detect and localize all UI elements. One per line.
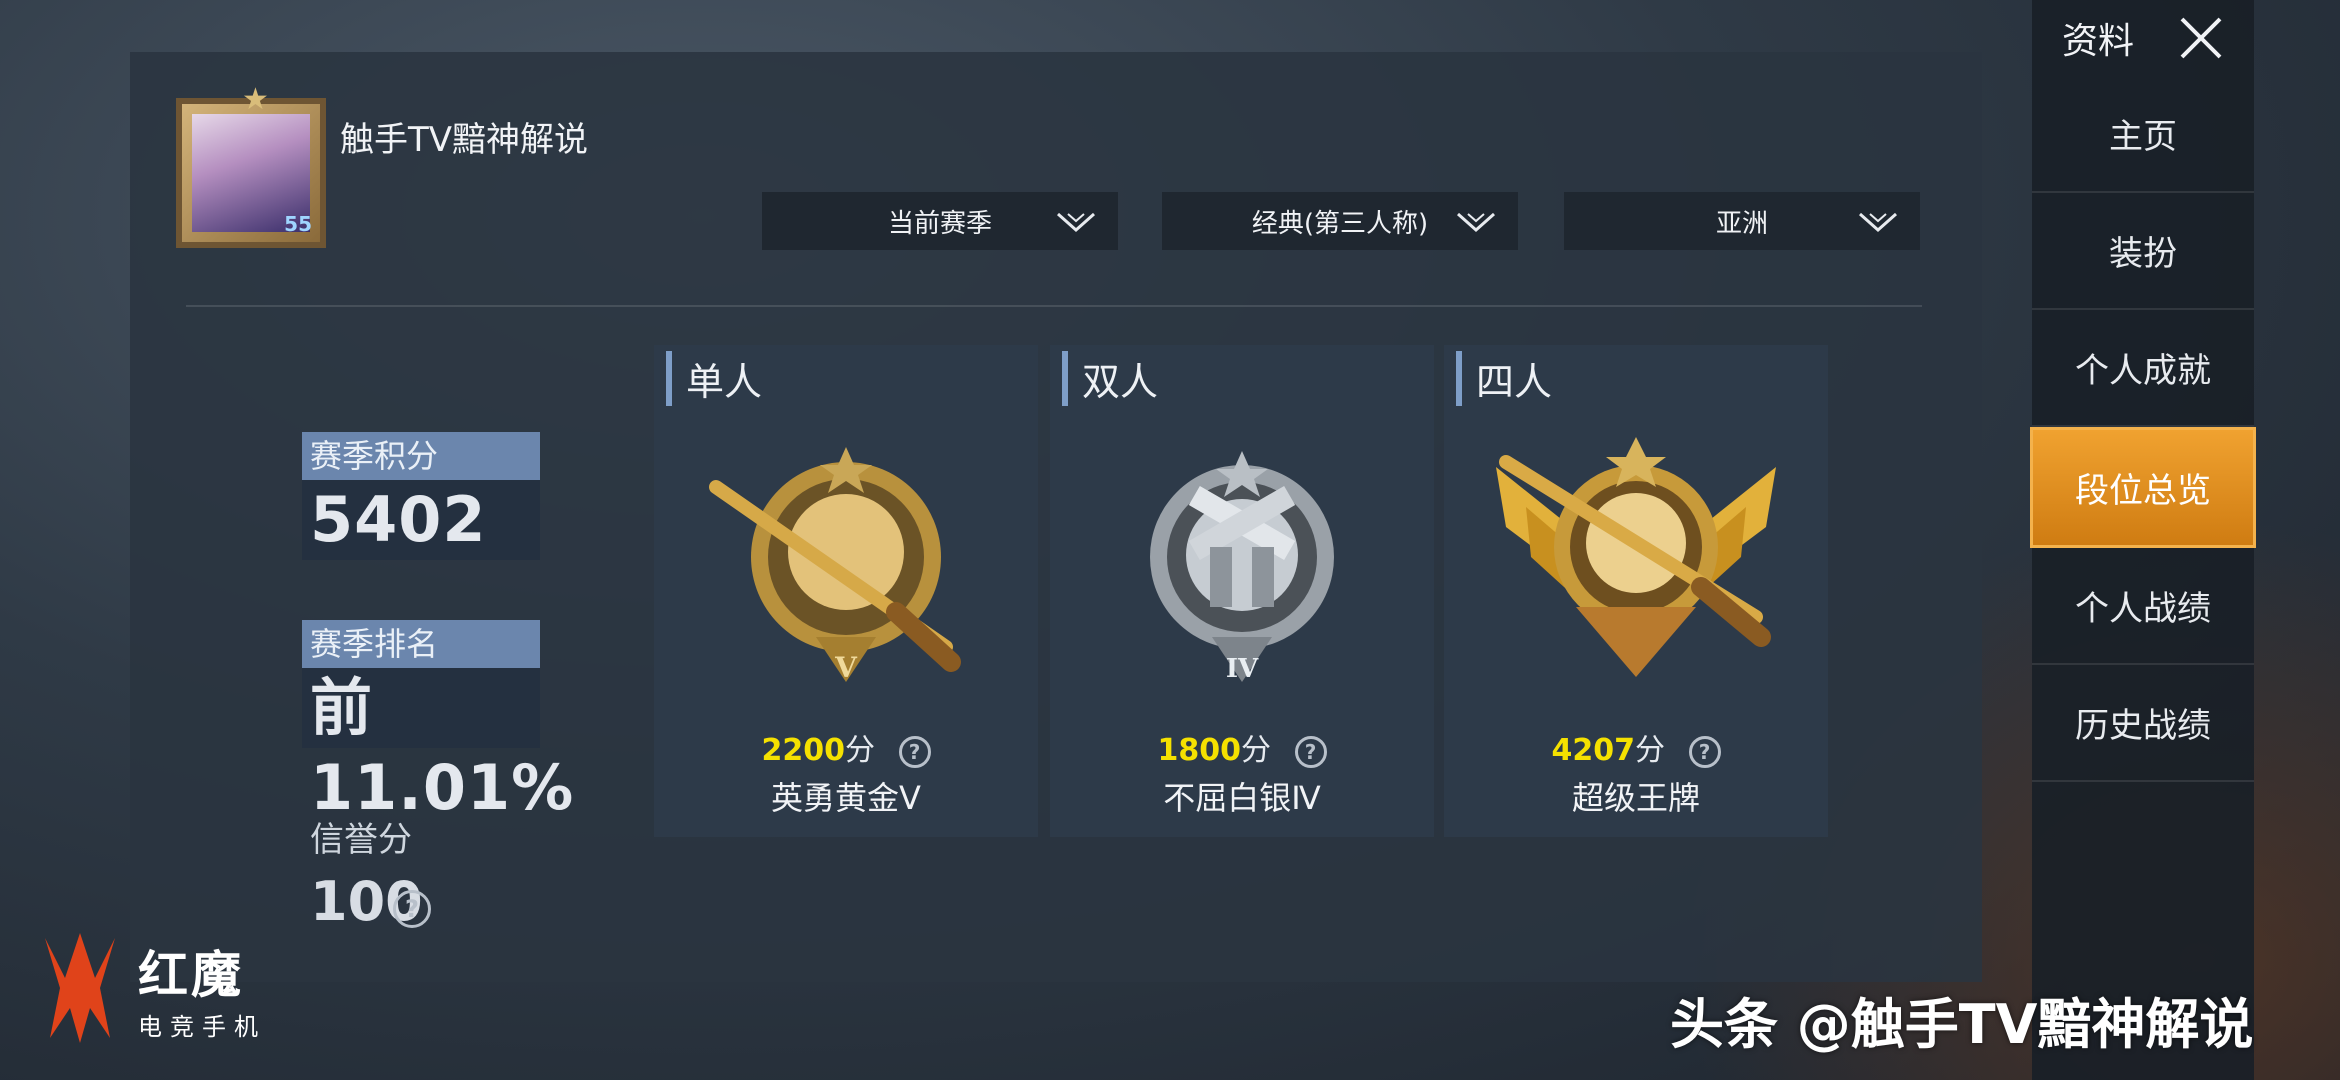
gold-rifle-badge-icon: V [709, 447, 961, 684]
divider [186, 305, 1922, 307]
mode-title: 双人 [1062, 351, 1158, 406]
sidebar-item-personal-stats[interactable]: 个人战绩 [2032, 548, 2254, 665]
avatar[interactable]: ★ 55 [176, 82, 326, 248]
close-icon[interactable] [2178, 15, 2224, 61]
mode-score: 1800分 ? [1050, 725, 1434, 769]
mode-card-squad[interactable]: 四人 4207分 ? 超级王牌 [1444, 345, 1828, 837]
mode-dropdown-label: 经典(第三人称) [1251, 208, 1429, 239]
season-points-value: 5402 [302, 480, 540, 560]
score-number: 1800 [1157, 733, 1241, 768]
brand-name: 红魔 [138, 945, 244, 1004]
mode-title: 单人 [666, 351, 762, 406]
mode-card-duo[interactable]: 双人 IV 1800分 ? 不屈白银Ⅳ [1050, 345, 1434, 837]
star-icon: ★ [242, 82, 269, 117]
sidebar-item-achievements[interactable]: 个人成就 [2032, 310, 2254, 427]
region-dropdown[interactable]: 亚洲 [1564, 192, 1920, 250]
silver-pistols-badge-icon: IV [1150, 451, 1334, 684]
sidebar-header: 资料 [2032, 0, 2254, 76]
sidebar-item-match-history[interactable]: 历史战绩 [2032, 665, 2254, 782]
season-points-label: 赛季积分 [302, 432, 540, 480]
chevron-down-icon [1859, 212, 1897, 233]
mode-score: 2200分 ? [654, 725, 1038, 769]
sidebar-item-home[interactable]: 主页 [2032, 76, 2254, 193]
help-icon[interactable]: ? [393, 890, 431, 928]
sidebar-title: 资料 [2062, 21, 2135, 62]
score-number: 4207 [1551, 733, 1635, 768]
player-profile: ★ 55 触手TV黯神解说 [176, 82, 589, 248]
ace-winged-badge-icon [1496, 437, 1776, 677]
svg-text:V: V [834, 651, 858, 684]
mode-card-solo[interactable]: 单人 V 2200分 ? 英勇黄金Ⅴ [654, 345, 1038, 837]
sidebar-item-rank-overview[interactable]: 段位总览 [2030, 427, 2256, 548]
tier-name: 英勇黄金Ⅴ [771, 779, 921, 817]
help-icon[interactable]: ? [1294, 735, 1327, 768]
brand-logo: 红魔 电竞手机 [40, 928, 266, 1048]
credit-score-label: 信誉分 [310, 820, 412, 860]
avatar-level: 55 [284, 212, 312, 236]
score-unit: 分 [1240, 733, 1271, 768]
chevron-down-icon [1057, 212, 1095, 233]
season-dropdown[interactable]: 当前赛季 [762, 192, 1118, 250]
svg-text:IV: IV [1226, 654, 1259, 684]
tier-name: 超级王牌 [1571, 779, 1700, 817]
mode-score: 4207分 ? [1444, 725, 1828, 769]
score-unit: 分 [1634, 733, 1665, 768]
watermark: 头条 @触手TV黯神解说 [1670, 993, 2254, 1056]
player-name: 触手TV黯神解说 [340, 120, 589, 160]
mode-title: 四人 [1456, 351, 1552, 406]
season-rank-value: 前11.01% [302, 668, 573, 824]
score-number: 2200 [761, 733, 845, 768]
season-rank-label: 赛季排名 [302, 620, 540, 668]
profile-sidebar: 资料 主页 装扮 个人成就 段位总览 个人战绩 历史战绩 [2030, 0, 2256, 1080]
region-dropdown-label: 亚洲 [1715, 208, 1768, 239]
red-magic-logo-icon [45, 933, 115, 1043]
chevron-down-icon [1457, 212, 1495, 233]
score-unit: 分 [844, 733, 875, 768]
help-icon[interactable]: ? [1688, 735, 1721, 768]
help-icon[interactable]: ? [898, 735, 931, 768]
season-dropdown-label: 当前赛季 [887, 208, 992, 239]
sidebar-item-outfit[interactable]: 装扮 [2032, 193, 2254, 310]
brand-subtitle: 电竞手机 [138, 1012, 266, 1041]
tier-name: 不屈白银Ⅳ [1163, 779, 1321, 817]
mode-dropdown[interactable]: 经典(第三人称) [1162, 192, 1518, 250]
